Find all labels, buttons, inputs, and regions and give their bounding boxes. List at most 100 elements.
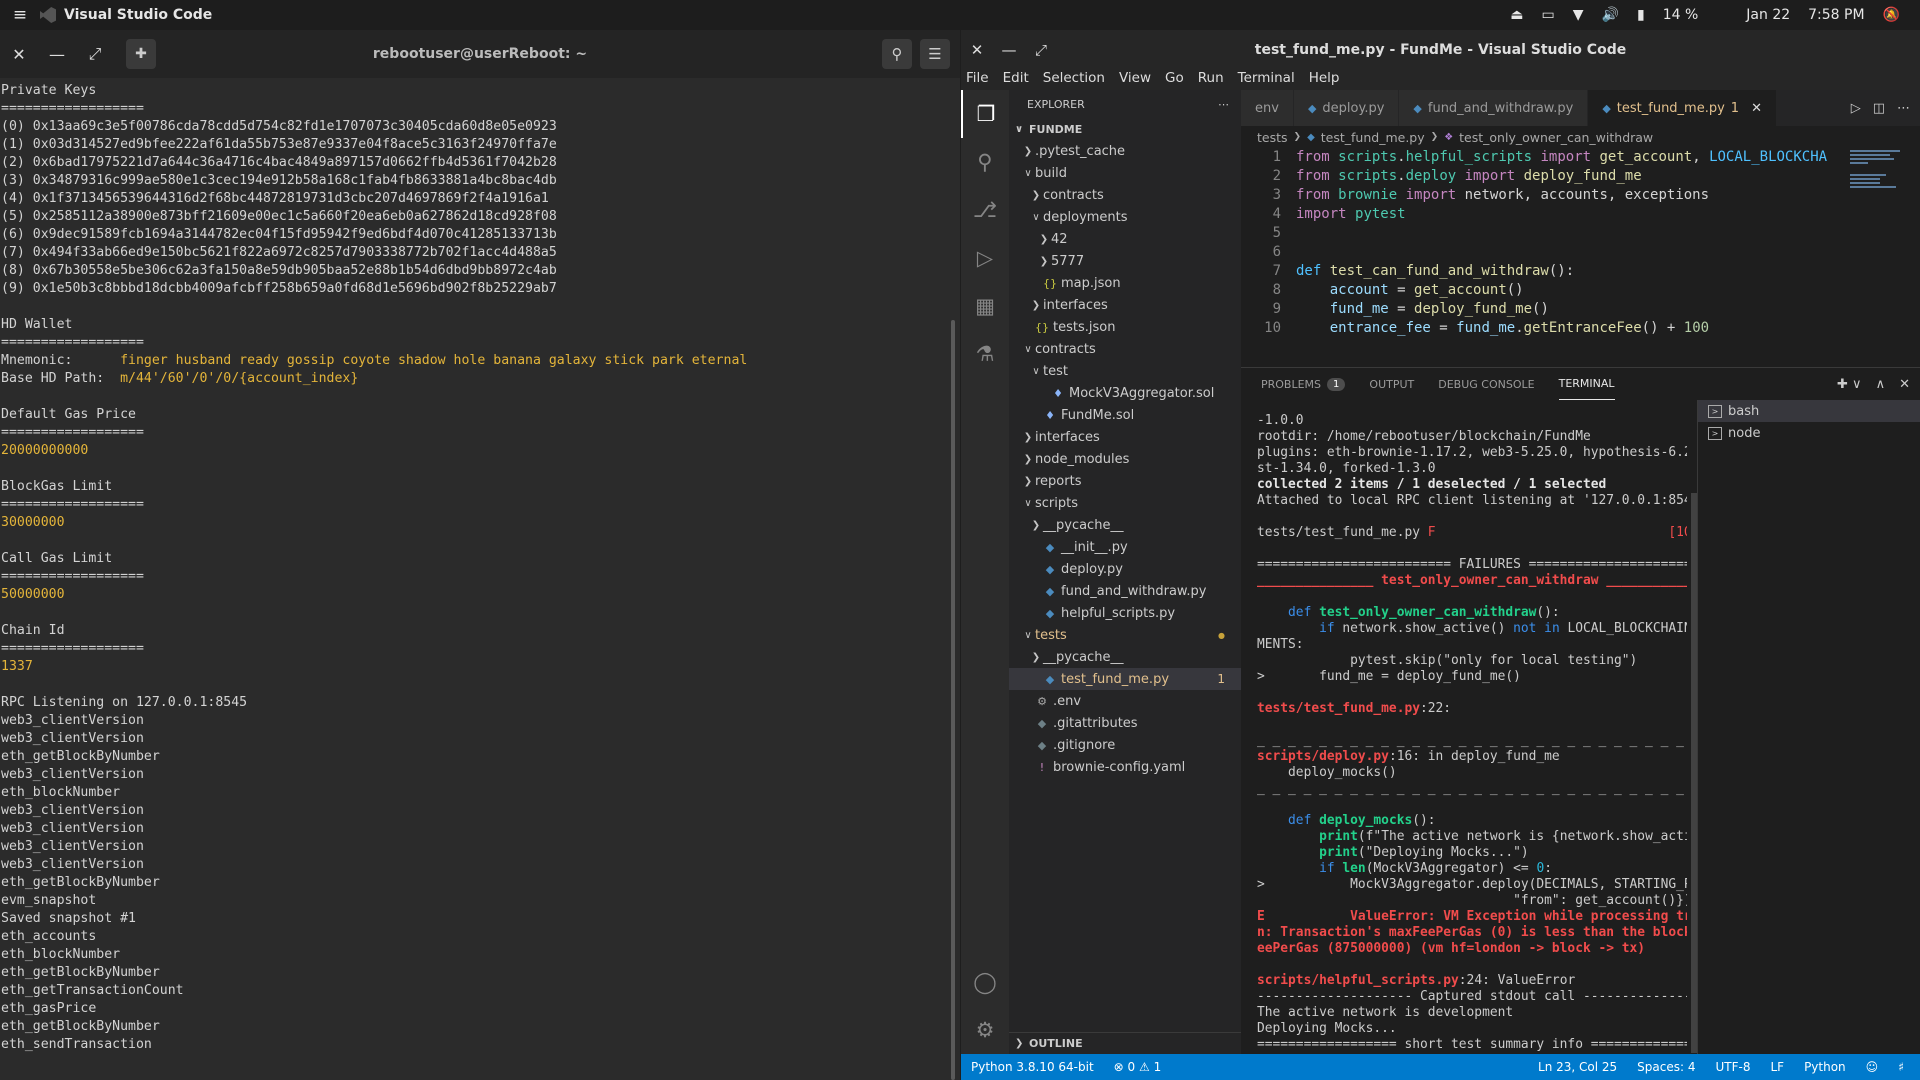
editor-tab[interactable]: env bbox=[1241, 90, 1294, 126]
maximize-panel-icon[interactable]: ∧ bbox=[1876, 377, 1886, 392]
tree-item[interactable]: ❯ node_modules bbox=[1009, 448, 1241, 470]
breadcrumb-item[interactable]: test_only_owner_can_withdraw bbox=[1459, 130, 1653, 145]
tree-item[interactable]: ❯ __pycache__ bbox=[1009, 514, 1241, 536]
tree-item[interactable]: ❯ contracts bbox=[1009, 184, 1241, 206]
outline-section[interactable]: ❯ OUTLINE bbox=[1009, 1032, 1241, 1054]
indentation[interactable]: Spaces: 4 bbox=[1627, 1060, 1705, 1074]
maximize-window-icon[interactable]: ⤢ bbox=[1025, 41, 1057, 59]
screen-icon[interactable]: ▭ bbox=[1542, 7, 1555, 23]
menu-run[interactable]: Run bbox=[1198, 70, 1224, 90]
run-file-icon[interactable]: ▷ bbox=[1851, 101, 1861, 116]
new-tab-icon[interactable]: ✚ bbox=[126, 39, 156, 69]
tree-item[interactable]: ∨ test bbox=[1009, 360, 1241, 382]
panel-tab-terminal[interactable]: TERMINAL bbox=[1558, 368, 1615, 400]
terminal-instance[interactable]: > bash bbox=[1698, 400, 1920, 422]
tree-item[interactable]: ◆ .gitignore bbox=[1009, 734, 1241, 756]
breadcrumb-item[interactable]: test_fund_me.py bbox=[1321, 130, 1425, 145]
editor-tab[interactable]: ◆ test_fund_me.py 1 ✕ bbox=[1588, 90, 1777, 126]
account-icon[interactable]: ◯ bbox=[961, 958, 1009, 1006]
settings-gear-icon[interactable]: ⚙ bbox=[961, 1006, 1009, 1054]
menu-file[interactable]: File bbox=[966, 70, 989, 90]
clock-date[interactable]: Jan 22 bbox=[1746, 7, 1790, 23]
tree-item[interactable]: ❯ .pytest_cache bbox=[1009, 140, 1241, 162]
menu-help[interactable]: Help bbox=[1309, 70, 1340, 90]
minimap[interactable] bbox=[1850, 148, 1912, 228]
menu-view[interactable]: View bbox=[1119, 70, 1151, 90]
minimize-window-icon[interactable]: — bbox=[993, 41, 1025, 59]
volume-icon[interactable]: 🔊 bbox=[1602, 7, 1619, 23]
activities-icon[interactable]: ≡ bbox=[0, 5, 40, 25]
code-editor[interactable]: 1 from scripts.helpful_scripts import get… bbox=[1241, 148, 1841, 367]
run-debug-icon[interactable]: ▷ bbox=[961, 234, 1009, 282]
tree-item[interactable]: ◆ helpful_scripts.py bbox=[1009, 602, 1241, 624]
tree-item[interactable]: ◆ test_fund_me.py 1 bbox=[1009, 668, 1241, 690]
menu-go[interactable]: Go bbox=[1165, 70, 1184, 90]
tree-item[interactable]: ∨ tests ● bbox=[1009, 624, 1241, 646]
tree-item[interactable]: ❯ 42 bbox=[1009, 228, 1241, 250]
terminal-instance[interactable]: > node bbox=[1698, 422, 1920, 444]
editor-tab[interactable]: ◆ fund_and_withdraw.py bbox=[1399, 90, 1589, 126]
tree-item[interactable]: ⚙ .env bbox=[1009, 690, 1241, 712]
problems-count[interactable]: ⊗ 0 ⚠ 1 bbox=[1104, 1060, 1172, 1074]
panel-tab-debug-console[interactable]: DEBUG CONSOLE bbox=[1438, 368, 1534, 400]
tree-item[interactable]: ◆ deploy.py bbox=[1009, 558, 1241, 580]
notifications-muted-icon[interactable]: 🔕 bbox=[1883, 7, 1900, 23]
extensions-icon[interactable]: ▦ bbox=[961, 282, 1009, 330]
terminal-output[interactable]: Private Keys ================== (0) 0x13aa… bbox=[1, 82, 946, 1080]
cursor-position[interactable]: Ln 23, Col 25 bbox=[1528, 1060, 1627, 1074]
testing-icon[interactable]: ⚗ bbox=[961, 330, 1009, 378]
tree-item[interactable]: ∨ contracts bbox=[1009, 338, 1241, 360]
tree-item[interactable]: ❯ interfaces bbox=[1009, 426, 1241, 448]
menu-terminal[interactable]: Terminal bbox=[1238, 70, 1295, 90]
clock-time[interactable]: 7:58 PM bbox=[1808, 7, 1864, 23]
notifications-bell-icon[interactable]: ♯ bbox=[1888, 1060, 1914, 1074]
integrated-terminal-output[interactable]: -1.0.0 rootdir: /home/rebootuser/blockcha… bbox=[1257, 413, 1687, 1053]
project-root[interactable]: ∨ FUNDME bbox=[1009, 118, 1241, 140]
panel-tab-output[interactable]: OUTPUT bbox=[1369, 368, 1414, 400]
wifi-icon[interactable]: ▼ bbox=[1573, 7, 1584, 23]
tree-item[interactable]: ❯ 5777 bbox=[1009, 250, 1241, 272]
active-app-menu[interactable]: Visual Studio Code bbox=[40, 7, 212, 23]
source-control-icon[interactable]: ⎇ bbox=[961, 186, 1009, 234]
tree-item[interactable]: ∨ scripts bbox=[1009, 492, 1241, 514]
tree-item[interactable]: ❯ reports bbox=[1009, 470, 1241, 492]
tree-item[interactable]: {} map.json bbox=[1009, 272, 1241, 294]
maximize-window-icon[interactable]: ⤢ bbox=[76, 44, 114, 64]
split-editor-icon[interactable]: ◫ bbox=[1873, 101, 1885, 116]
eject-icon[interactable]: ⏏ bbox=[1510, 7, 1523, 23]
menu-selection[interactable]: Selection bbox=[1043, 70, 1105, 90]
tree-item[interactable]: ❯ interfaces bbox=[1009, 294, 1241, 316]
close-panel-icon[interactable]: ✕ bbox=[1899, 377, 1910, 392]
python-interpreter[interactable]: Python 3.8.10 64-bit bbox=[961, 1060, 1104, 1074]
tree-item[interactable]: {} tests.json bbox=[1009, 316, 1241, 338]
tree-item[interactable]: ∨ build bbox=[1009, 162, 1241, 184]
language-mode[interactable]: Python bbox=[1794, 1060, 1856, 1074]
new-terminal-icon[interactable]: ✚ ∨ bbox=[1837, 377, 1862, 392]
tree-item[interactable]: ♦ MockV3Aggregator.sol bbox=[1009, 382, 1241, 404]
tree-item[interactable]: ! brownie-config.yaml bbox=[1009, 756, 1241, 778]
tree-item[interactable]: ❯ __pycache__ bbox=[1009, 646, 1241, 668]
editor-tab[interactable]: ◆ deploy.py bbox=[1293, 90, 1400, 126]
more-actions-icon[interactable]: ⋯ bbox=[1218, 98, 1229, 111]
tree-item[interactable]: ◆ fund_and_withdraw.py bbox=[1009, 580, 1241, 602]
terminal-scrollbar[interactable] bbox=[951, 320, 955, 1080]
tree-item[interactable]: ♦ FundMe.sol bbox=[1009, 404, 1241, 426]
breadcrumb-item[interactable]: tests bbox=[1257, 130, 1288, 145]
tree-item[interactable]: ◆ .gitattributes bbox=[1009, 712, 1241, 734]
search-icon[interactable]: ⚲ bbox=[961, 138, 1009, 186]
search-icon[interactable]: ⚲ bbox=[882, 39, 912, 69]
close-window-icon[interactable]: ✕ bbox=[961, 41, 993, 59]
menu-edit[interactable]: Edit bbox=[1003, 70, 1029, 90]
battery-icon[interactable]: ▮ bbox=[1637, 7, 1645, 23]
close-tab-icon[interactable]: ✕ bbox=[1751, 101, 1762, 116]
feedback-icon[interactable]: ☺ bbox=[1856, 1060, 1889, 1074]
hamburger-menu-icon[interactable]: ☰ bbox=[920, 39, 950, 69]
more-actions-icon[interactable]: ⋯ bbox=[1897, 101, 1910, 116]
tree-item[interactable]: ∨ deployments bbox=[1009, 206, 1241, 228]
panel-tab-problems[interactable]: PROBLEMS 1 bbox=[1261, 368, 1346, 400]
close-window-icon[interactable]: ✕ bbox=[0, 45, 38, 64]
end-of-line[interactable]: LF bbox=[1760, 1060, 1794, 1074]
explorer-icon[interactable]: ❐ bbox=[961, 90, 1009, 138]
encoding[interactable]: UTF-8 bbox=[1705, 1060, 1760, 1074]
tree-item[interactable]: ◆ __init__.py bbox=[1009, 536, 1241, 558]
